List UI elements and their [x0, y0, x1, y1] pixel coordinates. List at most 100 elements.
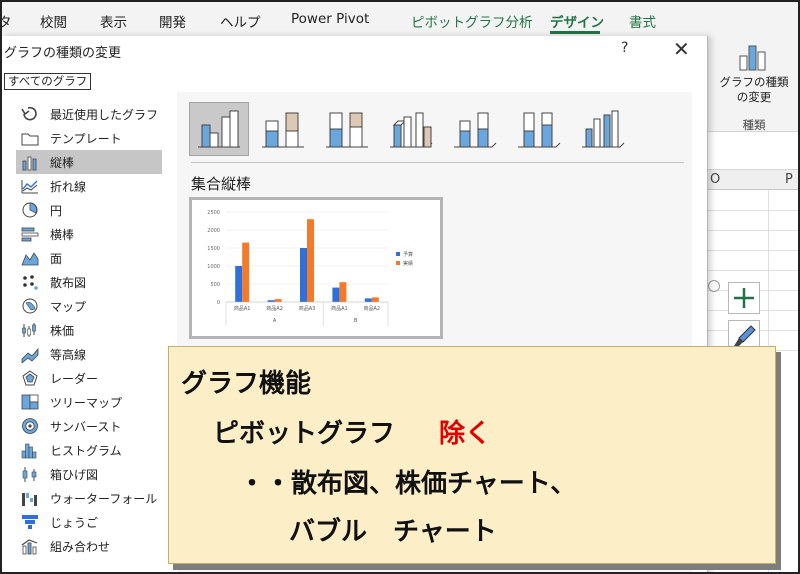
y-tick-label: 500	[210, 282, 220, 288]
folder-icon	[20, 129, 40, 147]
tab-pivotchart-analyze[interactable]: ピボットグラフ分析	[411, 11, 533, 31]
chart-type-item[interactable]: じょうご	[16, 510, 162, 534]
chart-type-label: サンバースト	[50, 419, 122, 434]
chart-type-label: ヒストグラム	[50, 443, 122, 458]
chart-type-label: 組み合わせ	[50, 539, 111, 554]
chart-preview[interactable]: 0 500 1000 1500 2000 2500 商品A1 商品A2 商品A3 商品A1 商品A2…	[189, 197, 443, 339]
subtype-stacked-column[interactable]	[253, 102, 313, 156]
chart-type-item[interactable]: レーダー	[16, 366, 162, 390]
tab-developer[interactable]: 開発	[159, 11, 186, 31]
recent-icon	[20, 105, 40, 123]
chart-type-label: テンプレート	[50, 131, 122, 146]
grid-line	[708, 270, 798, 271]
histogram-chart-icon	[20, 441, 40, 459]
subtype-3d-clustered-column[interactable]	[381, 102, 441, 156]
chart-type-item[interactable]: 縦棒	[16, 150, 162, 174]
chart-elements-button[interactable]	[728, 282, 760, 314]
chart-type-item[interactable]: 組み合わせ	[16, 534, 162, 558]
tab-power-pivot[interactable]: Power Pivot	[291, 11, 369, 27]
chart-type-item[interactable]: テンプレート	[16, 126, 162, 150]
annotation-callout: グラフ機能 ピボットグラフ 除く ・・散布図、株価チャート、 バブル チャート	[168, 346, 776, 564]
column-chart-icon	[20, 153, 40, 171]
bar-chart-icon	[20, 225, 40, 243]
x-category-label: 商品A3	[299, 305, 316, 312]
chart-type-label: ツリーマップ	[50, 395, 123, 410]
x-category-label: 商品A2	[266, 305, 283, 312]
callout-line-4: バブル チャート	[289, 517, 497, 547]
subtype-3d-stacked-column[interactable]	[445, 102, 505, 156]
subtype-3d-100-stacked-column[interactable]	[509, 102, 569, 156]
x-category-label: 商品A2	[363, 305, 380, 312]
chart-type-item[interactable]: 等高線	[16, 342, 162, 366]
grid-line	[708, 250, 798, 251]
callout-heading: グラフ機能	[181, 369, 312, 399]
chart-type-item[interactable]: ヒストグラム	[16, 438, 162, 462]
bar-0-3	[332, 287, 340, 302]
change-chart-type-label-1: グラフの種類	[719, 75, 789, 89]
3d-stacked-column-icon	[454, 112, 497, 148]
chart-type-item[interactable]: 散布図	[16, 270, 162, 294]
tab-help[interactable]: ヘルプ	[220, 11, 261, 31]
chart-type-item[interactable]: 面	[16, 246, 162, 270]
bar-1-3	[339, 282, 347, 302]
3d-clustered-column-icon	[390, 112, 433, 148]
ribbon-tab-bar: タ 校閲 表示 開発 ヘルプ Power Pivot ピボットグラフ分析 デザイ…	[2, 2, 798, 36]
bar-1-0	[242, 242, 250, 302]
change-chart-type-icon[interactable]	[738, 42, 768, 72]
screenshot-frame: タ 校閲 表示 開発 ヘルプ Power Pivot ピボットグラフ分析 デザイ…	[0, 0, 800, 574]
chart-type-label: マップ	[50, 299, 87, 314]
chart-type-item[interactable]: 円	[16, 198, 162, 222]
x-category-label: 商品A1	[331, 305, 348, 312]
change-chart-type-label-2: の変更	[736, 90, 772, 104]
chart-type-item[interactable]: ツリーマップ	[16, 390, 162, 414]
legend-swatch	[396, 252, 400, 256]
tab-all-charts[interactable]: すべてのグラフ	[4, 73, 92, 90]
chart-type-item[interactable]: 箱ひげ図	[16, 462, 162, 486]
callout-exclude-text: 除く	[439, 419, 492, 449]
chart-type-item[interactable]: 横棒	[16, 222, 162, 246]
bar-1-2	[307, 219, 314, 302]
help-button[interactable]: ?	[621, 40, 628, 56]
column-header-p[interactable]: P	[785, 172, 793, 187]
close-icon[interactable]: ✕	[673, 37, 690, 61]
chart-type-item[interactable]: ウォーターフォール	[16, 486, 162, 510]
chart-type-item[interactable]: サンバースト	[16, 414, 162, 438]
y-tick-label: 2500	[207, 210, 220, 216]
chart-type-label: 株価	[50, 323, 75, 338]
chart-type-label: レーダー	[50, 371, 99, 386]
column-header-o[interactable]: O	[710, 172, 720, 187]
chart-type-item[interactable]: 最近使用したグラフ	[16, 102, 162, 126]
chart-type-label: 散布図	[50, 275, 87, 290]
radar-chart-icon	[20, 369, 40, 387]
scatter-chart-icon	[20, 273, 40, 291]
clustered-column-icon	[198, 110, 240, 148]
tab-partial[interactable]: タ	[2, 11, 12, 31]
chart-type-item[interactable]: マップ	[16, 294, 162, 318]
tab-format[interactable]: 書式	[629, 11, 656, 31]
chart-type-item[interactable]: 株価	[16, 318, 162, 342]
tab-review[interactable]: 校閲	[40, 11, 67, 31]
tab-view[interactable]: 表示	[100, 11, 127, 31]
formula-bar-area	[708, 132, 798, 170]
chart-type-item[interactable]: 折れ線	[16, 174, 162, 198]
chart-resize-handle[interactable]	[708, 280, 720, 292]
divider	[191, 162, 684, 163]
bar-1-4	[371, 297, 379, 302]
stacked-column-icon	[262, 112, 304, 148]
subtype-3d-column[interactable]	[573, 102, 633, 156]
bar-0-0	[235, 266, 243, 302]
tab-design[interactable]: デザイン	[550, 11, 604, 31]
y-tick-label: 0	[217, 300, 220, 306]
map-chart-icon	[20, 297, 40, 315]
subtype-clustered-column[interactable]	[189, 102, 249, 156]
change-chart-type-button[interactable]: グラフの種類 の変更	[714, 75, 794, 105]
subtype-100-stacked-column[interactable]	[317, 102, 377, 156]
preview-chart: 0 500 1000 1500 2000 2500 商品A1 商品A2 商品A3 商品A1 商品A2…	[207, 210, 413, 326]
group-label: A	[273, 318, 277, 324]
grid-line	[708, 210, 798, 211]
treemap-chart-icon	[20, 393, 40, 411]
combo-chart-icon	[20, 537, 40, 555]
chart-type-list: 最近使用したグラフテンプレート縦棒 折れ線円横棒面散布図マップ株価等高線レーダーツ…	[16, 102, 162, 558]
chart-type-label: 円	[50, 203, 63, 218]
sunburst-chart-icon	[20, 417, 40, 435]
